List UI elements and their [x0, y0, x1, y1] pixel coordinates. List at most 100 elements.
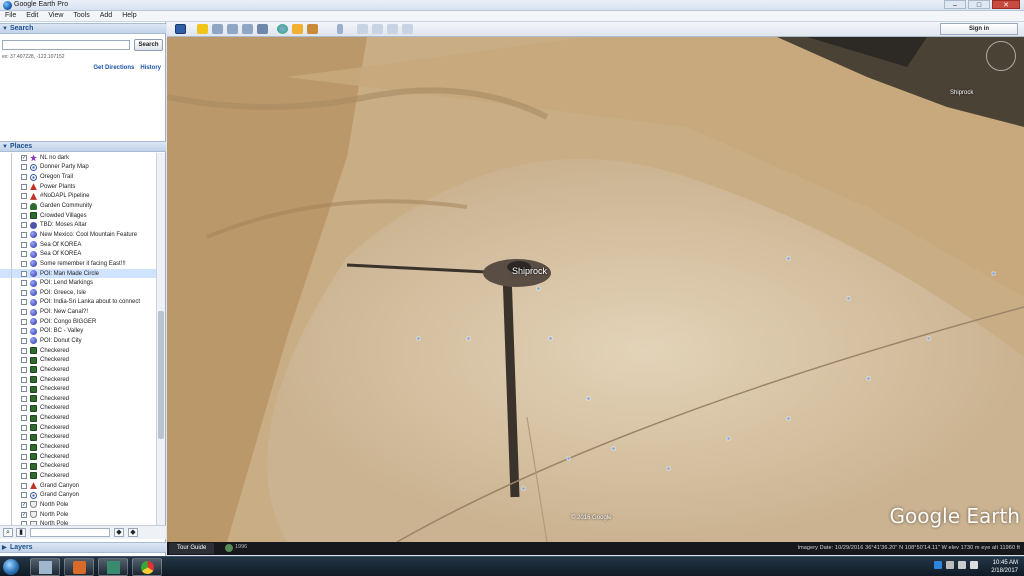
place-checkbox[interactable]	[21, 328, 27, 335]
place-checkbox[interactable]	[21, 174, 27, 181]
places-panel-header[interactable]: ▼ Places	[0, 141, 166, 152]
place-checkbox[interactable]	[21, 251, 27, 258]
planets-icon[interactable]	[307, 24, 318, 34]
search-button[interactable]: Search	[134, 39, 163, 51]
taskbar-media-app[interactable]	[64, 558, 94, 576]
place-checkbox[interactable]	[21, 289, 27, 296]
places-item[interactable]: Checkered	[0, 355, 156, 366]
path-icon[interactable]	[227, 24, 238, 34]
places-item[interactable]: Checkered	[0, 384, 156, 395]
places-item[interactable]: Power Plants	[0, 181, 156, 192]
image-overlay-icon[interactable]	[242, 24, 253, 34]
place-checkbox[interactable]	[21, 424, 27, 431]
view-in-maps-icon[interactable]	[402, 24, 413, 34]
place-checkbox[interactable]	[21, 183, 27, 190]
places-item[interactable]: Sea Of KOREA	[0, 239, 156, 250]
menu-tools[interactable]: Tools	[68, 11, 94, 21]
scrollbar-thumb[interactable]	[158, 311, 164, 439]
place-checkbox[interactable]: ✓	[21, 501, 27, 508]
placemark-icon[interactable]	[197, 24, 208, 34]
places-item[interactable]: Garden Community	[0, 201, 156, 211]
save-image-icon[interactable]	[387, 24, 398, 34]
search-input[interactable]	[2, 40, 130, 50]
places-item[interactable]: Checkered	[0, 345, 156, 356]
historical-clock-icon[interactable]	[225, 544, 233, 552]
places-item[interactable]: POI: BC - Valley	[0, 326, 156, 337]
place-checkbox[interactable]	[21, 318, 27, 325]
places-item[interactable]: ✓ North Pole	[0, 509, 156, 520]
place-checkbox[interactable]	[21, 164, 27, 171]
place-checkbox[interactable]	[21, 260, 27, 267]
place-checkbox[interactable]	[21, 395, 27, 402]
move-up-icon[interactable]: ◆	[114, 528, 124, 537]
places-item[interactable]: POI: Man Made Circle	[0, 268, 156, 279]
close-button[interactable]: ✕	[992, 0, 1020, 9]
places-item[interactable]: New Mexico: Cool Mountain Feature	[0, 230, 156, 240]
place-checkbox[interactable]	[21, 386, 27, 393]
volume-tray-icon[interactable]	[970, 561, 978, 569]
places-filter-input[interactable]	[30, 528, 110, 537]
network-tray-icon[interactable]	[958, 561, 966, 569]
get-directions-link[interactable]: Get Directions	[93, 65, 134, 71]
places-item[interactable]: ✓ NL no dark	[0, 153, 156, 163]
place-checkbox[interactable]	[21, 309, 27, 316]
places-item[interactable]: Sea Of KOREA	[0, 249, 156, 260]
place-checkbox[interactable]: ✓	[21, 154, 27, 161]
place-checkbox[interactable]	[21, 357, 27, 364]
places-item[interactable]: Donner Party Map	[0, 162, 156, 173]
places-item[interactable]: POI: Greece, Isle	[0, 287, 156, 298]
place-checkbox[interactable]	[21, 337, 27, 344]
place-checkbox[interactable]	[21, 482, 27, 489]
place-checkbox[interactable]	[21, 231, 27, 238]
places-item[interactable]: Checkered	[0, 403, 156, 414]
navigation-compass[interactable]	[986, 41, 1016, 71]
place-checkbox[interactable]	[21, 241, 27, 248]
sign-in-button[interactable]: Sign in	[940, 23, 1018, 35]
taskbar-chrome-app[interactable]	[132, 558, 162, 576]
taskbar-monitor-app[interactable]	[98, 558, 128, 576]
tour-guide-button[interactable]: Tour Guide	[169, 543, 215, 554]
place-checkbox[interactable]	[21, 347, 27, 354]
place-checkbox[interactable]	[21, 472, 27, 479]
sidebar-toggle-icon[interactable]	[175, 24, 186, 34]
start-button-icon[interactable]	[3, 559, 19, 575]
place-checkbox[interactable]	[21, 203, 27, 210]
email-icon[interactable]	[357, 24, 368, 34]
sidebar-toggle-icon[interactable]: ▮	[16, 528, 26, 537]
menu-add[interactable]: Add	[95, 11, 117, 21]
places-item[interactable]: Checkered	[0, 394, 156, 404]
places-item[interactable]: Checkered	[0, 442, 156, 452]
history-link[interactable]: History	[140, 65, 161, 71]
place-checkbox[interactable]	[21, 280, 27, 287]
places-item[interactable]: Checkered	[0, 413, 156, 423]
menu-file[interactable]: File	[0, 11, 21, 21]
place-checkbox[interactable]	[21, 463, 27, 470]
search-places-icon[interactable]: ⌕	[3, 528, 13, 537]
taskbar-network-app[interactable]	[30, 558, 60, 576]
place-checkbox[interactable]	[21, 299, 27, 306]
places-item[interactable]: TBD: Moses Altar	[0, 220, 156, 231]
place-checkbox[interactable]	[21, 415, 27, 422]
place-checkbox[interactable]	[21, 444, 27, 451]
places-item[interactable]: Checkered	[0, 374, 156, 385]
places-item[interactable]: POI: New Canal?!	[0, 307, 156, 317]
places-item[interactable]: Checkered	[0, 451, 156, 462]
record-tour-icon[interactable]	[257, 24, 268, 34]
places-item[interactable]: #NoDAPL Pipeline	[0, 191, 156, 202]
place-checkbox[interactable]	[21, 212, 27, 219]
places-item[interactable]: Checkered	[0, 432, 156, 443]
place-checkbox[interactable]: ✓	[21, 511, 27, 518]
places-item[interactable]: Crowded Villages	[0, 210, 156, 221]
sunlight-icon[interactable]	[292, 24, 303, 34]
historical-imagery-icon[interactable]	[277, 24, 288, 34]
search-panel-header[interactable]: ▼ Search	[0, 23, 166, 34]
layers-panel-header[interactable]: ▶ Layers	[0, 542, 166, 553]
place-checkbox[interactable]	[21, 405, 27, 412]
flag-tray-icon[interactable]	[946, 561, 954, 569]
menu-view[interactable]: View	[43, 11, 68, 21]
places-item[interactable]: Grand Canyon	[0, 490, 156, 501]
places-item[interactable]: Checkered	[0, 365, 156, 375]
map-view[interactable]: Shiprock Shiprock © 2016 Google Google E…	[167, 37, 1024, 542]
places-item[interactable]: Oregon Trail	[0, 172, 156, 182]
places-item[interactable]: Some remember it facing East!!!	[0, 259, 156, 269]
